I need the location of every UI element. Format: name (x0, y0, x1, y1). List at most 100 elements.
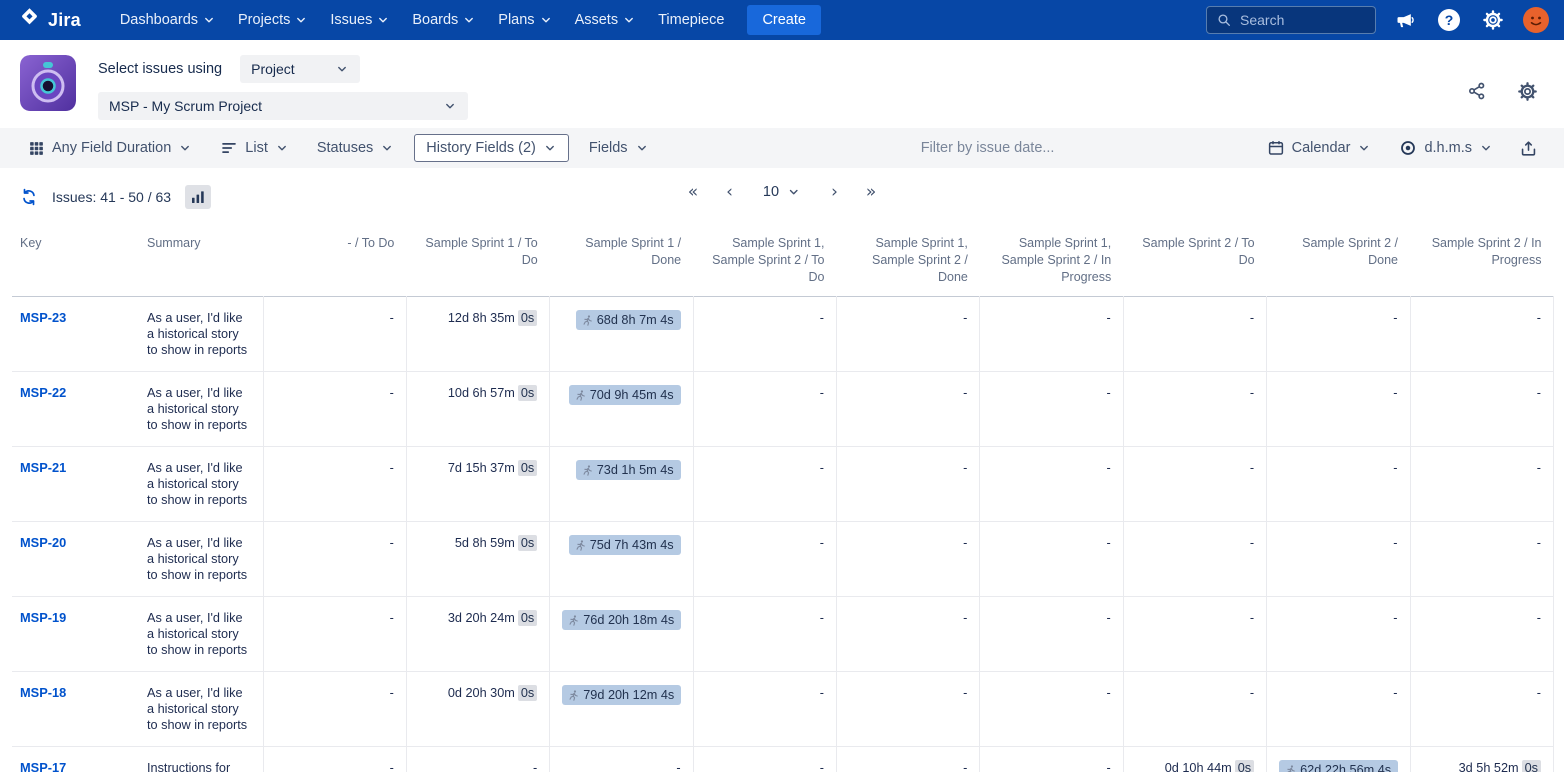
duration-cell: 7d 15h 37m0s (406, 447, 549, 522)
duration-cell: 0d 20h 30m0s (406, 672, 549, 747)
duration-cell: - (1410, 597, 1554, 672)
nav-item-plans[interactable]: Plans (489, 5, 561, 35)
issue-key-link[interactable]: MSP-23 (20, 310, 66, 325)
duration-text: 10d 6h 57m0s (448, 386, 537, 400)
duration-cell: - (980, 447, 1123, 522)
column-header[interactable]: Summary (135, 222, 263, 297)
last-page-button[interactable]: » (862, 180, 880, 204)
nav-item-label: Boards (412, 12, 458, 28)
duration-cell: - (1410, 297, 1554, 372)
project-value: MSP - My Scrum Project (109, 98, 262, 114)
calendar-button[interactable]: Calendar (1259, 133, 1380, 163)
issue-key-link[interactable]: MSP-19 (20, 610, 66, 625)
refresh-button[interactable] (16, 184, 42, 210)
nav-item-projects[interactable]: Projects (229, 5, 317, 35)
time-format-button[interactable]: d.h.m.s (1391, 133, 1501, 163)
issue-key-link[interactable]: MSP-17 (20, 760, 66, 772)
nav-item-issues[interactable]: Issues (321, 5, 399, 35)
duration-cell: - (263, 672, 406, 747)
history-fields-button[interactable]: History Fields (2) (414, 134, 569, 162)
seconds-badge: 0s (1235, 760, 1254, 772)
statuses-label: Statuses (317, 140, 373, 156)
first-page-button[interactable]: « (684, 180, 702, 204)
duration-text: 7d 15h 37m0s (448, 461, 537, 475)
column-header[interactable]: Sample Sprint 1, Sample Sprint 2 / To Do (693, 222, 836, 297)
duration-cell: - (980, 297, 1123, 372)
issues-table: KeySummary- / To DoSample Sprint 1 / To … (12, 222, 1554, 772)
primary-nav: Dashboards Projects Issues Boards Plans … (111, 5, 821, 35)
issue-key-link[interactable]: MSP-21 (20, 460, 66, 475)
share-button[interactable] (1462, 76, 1492, 106)
duration-cell: - (1410, 372, 1554, 447)
issues-count-label: Issues: 41 - 50 / 63 (52, 189, 171, 205)
duration-cell: - (1267, 597, 1410, 672)
table-row: MSP-22As a user, I'd like a historical s… (12, 372, 1554, 447)
issue-source-selectors: Select issues using Project MSP - My Scr… (98, 55, 468, 120)
duration-cell: - (837, 747, 980, 772)
gear-icon (1482, 9, 1504, 31)
view-type-button[interactable]: List (212, 133, 297, 163)
duration-cell: - (980, 372, 1123, 447)
duration-cell: - (1267, 672, 1410, 747)
search-box[interactable] (1206, 6, 1376, 34)
nav-item-dashboards[interactable]: Dashboards (111, 5, 225, 35)
help-button[interactable]: ? (1434, 5, 1464, 35)
column-header[interactable]: Key (12, 222, 135, 297)
statuses-button[interactable]: Statuses (309, 134, 402, 162)
issue-key-link[interactable]: MSP-20 (20, 535, 66, 550)
issues-table-wrap: KeySummary- / To DoSample Sprint 1 / To … (0, 222, 1564, 772)
announcements-button[interactable] (1390, 5, 1420, 35)
column-header[interactable]: Sample Sprint 2 / In Progress (1410, 222, 1554, 297)
prev-page-button[interactable]: ‹ (722, 180, 737, 204)
issue-key-cell: MSP-18 (12, 672, 135, 747)
user-avatar[interactable] (1522, 6, 1550, 34)
duration-text: 70d 9h 45m 4s (590, 387, 674, 403)
settings-button[interactable] (1478, 5, 1508, 35)
column-header[interactable]: Sample Sprint 1 / Done (550, 222, 693, 297)
page-size-value: 10 (763, 184, 779, 200)
duration-cell: - (1410, 672, 1554, 747)
column-header[interactable]: Sample Sprint 1 / To Do (406, 222, 549, 297)
refresh-icon (20, 188, 38, 206)
calendar-label: Calendar (1292, 140, 1351, 156)
issue-summary: As a user, I'd like a historical story t… (135, 672, 263, 747)
chevron-down-icon (1479, 141, 1493, 155)
search-input[interactable] (1240, 12, 1366, 28)
duration-cell: - (406, 747, 549, 772)
duration-cell: - (693, 672, 836, 747)
pagination: « ‹ 10 › » (684, 180, 881, 204)
create-button[interactable]: Create (747, 5, 821, 35)
issues-bar: Issues: 41 - 50 / 63 « ‹ 10 › » (0, 168, 1564, 222)
next-page-button[interactable]: › (827, 180, 842, 204)
jira-logo[interactable]: Jira (18, 6, 81, 34)
duration-cell: - (837, 372, 980, 447)
nav-item-label: Issues (330, 12, 372, 28)
issue-key-cell: MSP-17 (12, 747, 135, 772)
duration-type-button[interactable]: Any Field Duration (20, 134, 200, 163)
duration-cell: - (980, 597, 1123, 672)
nav-item-assets[interactable]: Assets (566, 5, 646, 35)
duration-cell: - (263, 447, 406, 522)
runner-icon (581, 314, 593, 327)
scope-select[interactable]: Project (240, 55, 360, 83)
column-header[interactable]: Sample Sprint 2 / To Do (1123, 222, 1266, 297)
table-row: MSP-21As a user, I'd like a historical s… (12, 447, 1554, 522)
nav-item-boards[interactable]: Boards (403, 5, 485, 35)
export-button[interactable] (1513, 133, 1544, 164)
page-size-select[interactable]: 10 (757, 180, 807, 204)
column-header[interactable]: Sample Sprint 1, Sample Sprint 2 / Done (837, 222, 980, 297)
issue-key-link[interactable]: MSP-22 (20, 385, 66, 400)
nav-item-timepiece[interactable]: Timepiece (649, 5, 733, 35)
project-select[interactable]: MSP - My Scrum Project (98, 92, 468, 120)
duration-cell: - (693, 297, 836, 372)
column-header[interactable]: Sample Sprint 2 / Done (1267, 222, 1410, 297)
chart-view-button[interactable] (185, 185, 211, 209)
issue-key-link[interactable]: MSP-18 (20, 685, 66, 700)
column-header[interactable]: - / To Do (263, 222, 406, 297)
issue-date-filter[interactable]: Filter by issue date... (921, 140, 1055, 156)
seconds-badge: 0s (518, 685, 537, 701)
column-header[interactable]: Sample Sprint 1, Sample Sprint 2 / In Pr… (980, 222, 1123, 297)
duration-cell: - (837, 522, 980, 597)
report-settings-button[interactable] (1512, 76, 1542, 106)
fields-button[interactable]: Fields (581, 134, 657, 162)
